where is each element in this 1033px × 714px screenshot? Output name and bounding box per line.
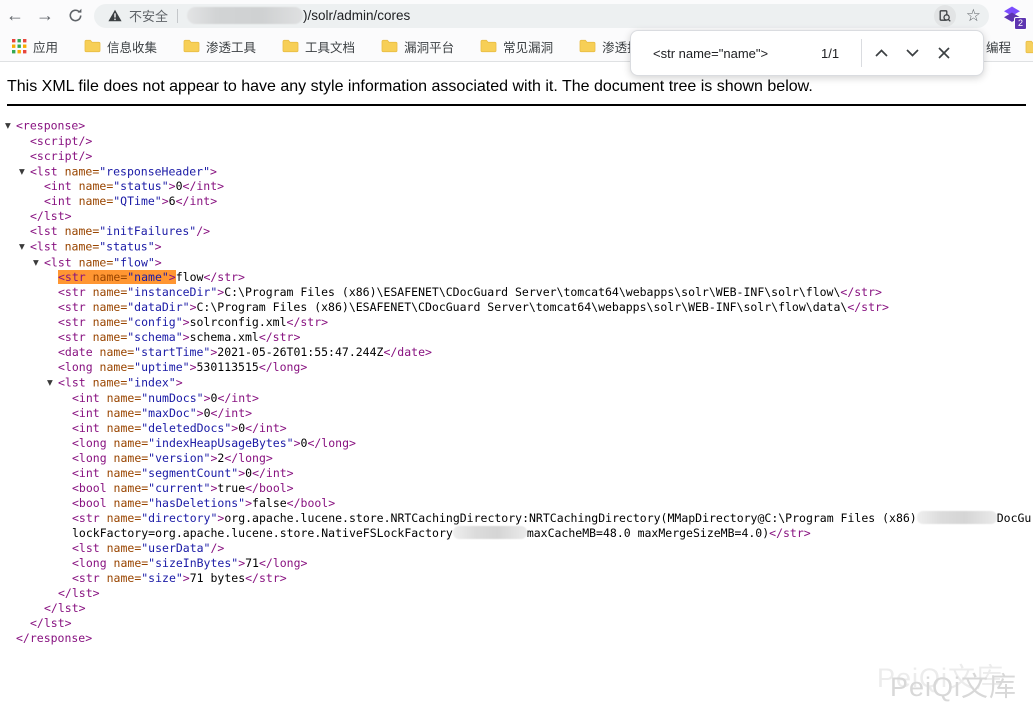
notice-divider xyxy=(7,104,1026,106)
xml-line: <script/> xyxy=(0,149,1033,164)
xml-line: </lst> xyxy=(0,601,1033,616)
folder-icon xyxy=(579,39,596,53)
xml-line: <int name="status">0</int> xyxy=(0,179,1033,194)
redaction-blur xyxy=(917,511,997,524)
url-path-text: )/solr/admin/cores xyxy=(303,8,934,23)
address-bar[interactable]: 不安全 )/solr/admin/cores ☆ xyxy=(94,4,989,28)
xml-line: <int name="segmentCount">0</int> xyxy=(0,466,1033,481)
xml-line: <str name="directory">org.apache.lucene.… xyxy=(0,511,1033,541)
reload-button[interactable] xyxy=(60,3,90,29)
xml-line: <str name="dataDir">C:\Program Files (x8… xyxy=(0,300,1033,315)
xml-line: <date name="startTime">2021-05-26T01:55:… xyxy=(0,345,1033,360)
xml-line: <lst name="initFailures"/> xyxy=(0,224,1033,239)
xml-line: <int name="QTime">6</int> xyxy=(0,194,1033,209)
redacted-host xyxy=(187,7,303,24)
xml-line: <str name="schema">schema.xml</str> xyxy=(0,330,1033,345)
find-match-highlight: <str xyxy=(58,270,93,284)
omnibox-divider xyxy=(177,9,178,23)
expand-arrow-icon[interactable]: ▼ xyxy=(19,239,30,254)
apps-grid-icon xyxy=(12,39,27,54)
expand-arrow-icon[interactable]: ▼ xyxy=(5,118,16,133)
find-next-button[interactable] xyxy=(897,38,928,69)
folder-icon xyxy=(183,39,200,53)
bookmark-folder-label: 渗透工具 xyxy=(206,37,256,56)
xml-line: </lst> xyxy=(0,616,1033,631)
bookmark-folder-item[interactable]: 编程 xyxy=(986,37,1011,56)
xml-line: <str name="size">71 bytes</str> xyxy=(0,571,1033,586)
apps-label: 应用 xyxy=(33,37,58,56)
bookmark-folder-label: 常见漏洞 xyxy=(503,37,553,56)
folder-icon xyxy=(84,39,101,53)
bookmark-folder-label: 工具文档 xyxy=(305,37,355,56)
xml-line: </lst> xyxy=(0,209,1033,224)
bookmark-folder-item[interactable]: 工具文档 xyxy=(282,37,355,56)
expand-arrow-icon[interactable]: ▼ xyxy=(47,375,58,390)
bookmarks-right-group: 编程 xyxy=(986,31,1033,62)
folder-icon xyxy=(381,39,398,53)
extension-badge: 2 xyxy=(1014,17,1027,30)
redaction-blur xyxy=(453,526,527,539)
xml-line: <str name="config">solrconfig.xml</str> xyxy=(0,315,1033,330)
browser-toolbar: ← → 不安全 )/solr/admin/cores xyxy=(0,0,1033,31)
xml-line: <bool name="current">true</bool> xyxy=(0,481,1033,496)
find-match-highlight: "name" xyxy=(127,270,169,284)
chevron-down-icon xyxy=(906,49,919,57)
find-in-page-indicator-icon[interactable] xyxy=(934,5,956,27)
close-icon xyxy=(938,47,950,59)
bookmark-folder-item[interactable] xyxy=(1025,40,1033,54)
bookmark-star-icon[interactable]: ☆ xyxy=(966,7,981,24)
xml-line: </response> xyxy=(0,631,1033,646)
xml-line: ▼<lst name="flow"> xyxy=(0,255,1033,271)
xml-style-notice: This XML file does not appear to have an… xyxy=(7,78,1025,96)
bookmark-folder-item[interactable]: 常见漏洞 xyxy=(480,37,553,56)
folder-icon xyxy=(480,39,497,53)
find-match-count: 1/1 xyxy=(821,46,855,61)
xml-line: <str name="instanceDir">C:\Program Files… xyxy=(0,285,1033,300)
xml-line: <int name="deletedDocs">0</int> xyxy=(0,421,1033,436)
xml-line: <long name="sizeInBytes">71</long> xyxy=(0,556,1033,571)
forward-button[interactable]: → xyxy=(30,3,60,29)
xml-line: <int name="maxDoc">0</int> xyxy=(0,406,1033,421)
apps-shortcut[interactable]: 应用 xyxy=(12,37,58,56)
xml-tree: ▼<response><script/><script/>▼<lst name=… xyxy=(0,118,1033,646)
xml-line: <bool name="hasDeletions">false</bool> xyxy=(0,496,1033,511)
reload-icon xyxy=(68,8,83,23)
extension-button[interactable]: 2 xyxy=(1001,5,1023,27)
bookmark-folder-item[interactable]: 信息收集 xyxy=(84,37,157,56)
bookmark-folder-item[interactable]: 漏洞平台 xyxy=(381,37,454,56)
xml-line: </lst> xyxy=(0,586,1033,601)
bookmark-folder-label: 信息收集 xyxy=(107,37,157,56)
expand-arrow-icon[interactable]: ▼ xyxy=(19,164,30,179)
find-match-highlight: name= xyxy=(93,270,128,284)
not-secure-warning-icon[interactable] xyxy=(108,9,122,22)
xml-line: ▼<lst name="status"> xyxy=(0,239,1033,255)
xml-line: ▼<lst name="responseHeader"> xyxy=(0,164,1033,180)
xml-line: <long name="version">2</long> xyxy=(0,451,1033,466)
bookmark-folder-label: 漏洞平台 xyxy=(404,37,454,56)
xml-line: ▼<lst name="index"> xyxy=(0,375,1033,391)
xml-line: <long name="indexHeapUsageBytes">0</long… xyxy=(0,436,1033,451)
xml-line: <int name="numDocs">0</int> xyxy=(0,391,1033,406)
page-content: This XML file does not appear to have an… xyxy=(0,63,1033,714)
xml-line: <lst name="userData"/> xyxy=(0,541,1033,556)
expand-arrow-icon[interactable]: ▼ xyxy=(33,255,44,270)
find-bar-divider xyxy=(861,39,862,67)
not-secure-label: 不安全 xyxy=(129,6,168,25)
folder-icon xyxy=(282,39,299,53)
bookmark-folder-label: 编程 xyxy=(986,37,1011,56)
bookmark-folder-item[interactable]: 渗透工具 xyxy=(183,37,256,56)
folder-icon xyxy=(1025,40,1033,54)
xml-line: ▼<response> xyxy=(0,118,1033,134)
find-close-button[interactable] xyxy=(928,38,959,69)
find-bar: <str name="name"> 1/1 xyxy=(630,30,984,76)
back-button[interactable]: ← xyxy=(0,3,30,29)
xml-line: <script/> xyxy=(0,134,1033,149)
xml-line: <str name="name">flow</str> xyxy=(0,270,1033,285)
find-match-highlight: > xyxy=(169,270,176,284)
chevron-up-icon xyxy=(875,49,888,57)
find-previous-button[interactable] xyxy=(866,38,897,69)
xml-line: <long name="uptime">530113515</long> xyxy=(0,360,1033,375)
find-input[interactable]: <str name="name"> xyxy=(653,46,821,61)
watermark: PeiQi文库 xyxy=(890,665,1017,704)
